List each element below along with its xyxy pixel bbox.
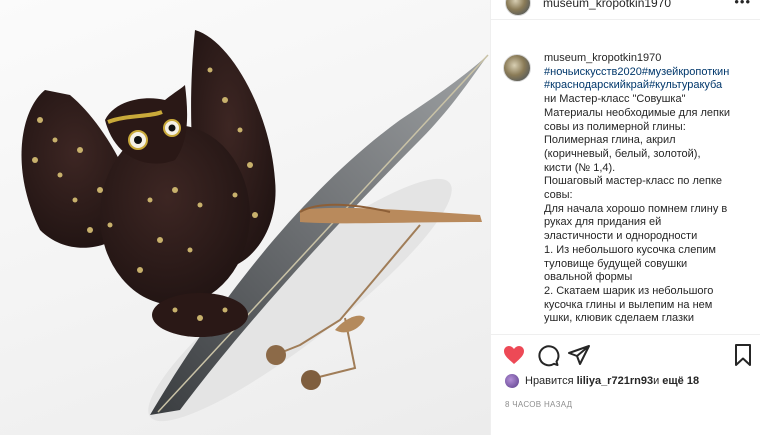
caption-line: совы из полимерной глины:: [544, 120, 686, 133]
caption-line: Полимерная глина, акрил: [544, 134, 676, 147]
caption-avatar[interactable]: [503, 54, 531, 82]
post-header: museum_kropotkin1970 •••: [491, 0, 760, 20]
post-side-panel: museum_kropotkin1970 ••• museum_kropotki…: [490, 0, 760, 435]
caption-username[interactable]: museum_kropotkin1970: [544, 52, 754, 66]
caption-line: Материалы необходимые для лепки: [544, 106, 730, 119]
caption-line: Для начала хорошо помнем глину в: [544, 202, 728, 215]
caption-line: совы:: [544, 189, 573, 202]
caption-section: museum_kropotkin1970 #ночьискусств2020#м…: [491, 40, 760, 335]
caption-line: кусочка глины и вылепим на нем: [544, 298, 713, 311]
caption-line: Пошаговый мастер-класс по лепке: [544, 175, 723, 188]
post-actions: [491, 343, 760, 371]
likes-middle: и: [653, 375, 660, 387]
caption-line: 1. Из небольшого кусочка слепим: [544, 243, 716, 256]
caption-line: овальной формы: [544, 271, 633, 284]
caption-line: кисти (№ 1,4).: [544, 161, 616, 174]
bookmark-icon[interactable]: [731, 343, 755, 367]
avatar[interactable]: [505, 0, 531, 16]
likes-others[interactable]: ещё 18: [662, 375, 699, 387]
caption-line: туловище будущей совушки: [544, 257, 688, 270]
caption-line: эластичности и однородности: [544, 230, 698, 243]
heart-icon[interactable]: [502, 343, 526, 367]
likes-prefix: Нравится: [525, 375, 574, 387]
liker-avatar: [505, 374, 519, 388]
header-username[interactable]: museum_kropotkin1970: [543, 0, 671, 10]
caption-line: ушки, клювик сделаем глазки: [544, 312, 694, 325]
caption-line: руках для придания ей: [544, 216, 662, 229]
more-horizontal-icon[interactable]: •••: [734, 0, 751, 9]
owl-figurine-image: [21, 30, 489, 422]
caption-line: (коричневый, белый, золотой),: [544, 147, 701, 160]
likes-summary[interactable]: Нравится liliya_r721rn93 и ещё 18: [505, 374, 699, 388]
share-icon[interactable]: [567, 343, 591, 367]
caption-text: museum_kropotkin1970 #ночьискусств2020#м…: [544, 52, 754, 326]
post-photo[interactable]: [0, 0, 490, 435]
comment-icon[interactable]: [536, 343, 560, 367]
post-timestamp[interactable]: 8 ЧАСОВ НАЗАД: [505, 400, 572, 409]
hashtags-line[interactable]: #краснодарскийкрай#культуракуба: [544, 79, 754, 93]
hashtags-line[interactable]: #ночьискусств2020#музейкропоткин: [544, 66, 754, 80]
liker-username[interactable]: liliya_r721rn93: [577, 375, 653, 387]
caption-line: ни Мастер-класс "Совушка": [544, 93, 686, 106]
caption-line: 2. Скатаем шарик из небольшого: [544, 284, 714, 297]
